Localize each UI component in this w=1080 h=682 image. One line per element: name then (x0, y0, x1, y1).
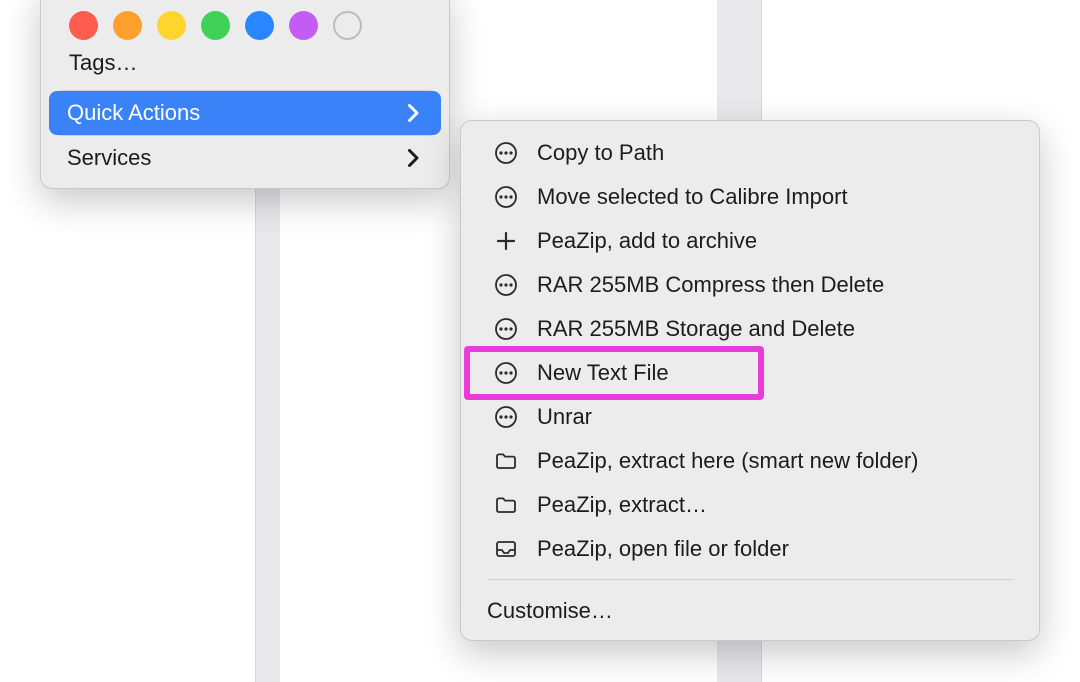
folder-icon (493, 492, 519, 518)
menu-divider (487, 579, 1013, 580)
submenu-item-label: Move selected to Calibre Import (537, 184, 848, 210)
submenu-item[interactable]: New Text File (467, 351, 1033, 395)
tag-dot-yellow[interactable] (157, 11, 186, 40)
tag-dot-none[interactable] (333, 11, 362, 40)
tags-row (41, 0, 449, 46)
tag-dot-purple[interactable] (289, 11, 318, 40)
tag-dot-red[interactable] (69, 11, 98, 40)
submenu-item-label: PeaZip, open file or folder (537, 536, 789, 562)
submenu-item-label: New Text File (537, 360, 669, 386)
tag-dot-orange[interactable] (113, 11, 142, 40)
chevron-right-icon (408, 104, 419, 122)
submenu-item[interactable]: Unrar (467, 395, 1033, 439)
submenu-item-label: Copy to Path (537, 140, 664, 166)
submenu-item-label: RAR 255MB Storage and Delete (537, 316, 855, 342)
context-menu: Tags… Quick Actions Services (40, 0, 450, 189)
menu-item-services[interactable]: Services (49, 136, 441, 180)
submenu-item[interactable]: PeaZip, extract… (467, 483, 1033, 527)
folder-icon (493, 448, 519, 474)
tag-dot-green[interactable] (201, 11, 230, 40)
ellipsis-icon (493, 184, 519, 210)
submenu-item-label: Unrar (537, 404, 592, 430)
services-label: Services (67, 145, 151, 171)
ellipsis-icon (493, 316, 519, 342)
submenu-customise[interactable]: Customise… (461, 588, 1039, 630)
submenu-item[interactable]: RAR 255MB Compress then Delete (467, 263, 1033, 307)
submenu-item[interactable]: RAR 255MB Storage and Delete (467, 307, 1033, 351)
ellipsis-icon (493, 360, 519, 386)
submenu-item-label: RAR 255MB Compress then Delete (537, 272, 884, 298)
submenu-item-label: PeaZip, extract… (537, 492, 707, 518)
submenu-item-label: PeaZip, add to archive (537, 228, 757, 254)
submenu-item[interactable]: PeaZip, extract here (smart new folder) (467, 439, 1033, 483)
ellipsis-icon (493, 140, 519, 166)
menu-item-quick-actions[interactable]: Quick Actions (49, 91, 441, 135)
submenu-item[interactable]: Move selected to Calibre Import (467, 175, 1033, 219)
chevron-right-icon (408, 149, 419, 167)
quick-actions-submenu: Copy to Path Move selected to Calibre Imp… (460, 120, 1040, 641)
submenu-item[interactable]: PeaZip, add to archive (467, 219, 1033, 263)
ellipsis-icon (493, 404, 519, 430)
tray-icon (493, 536, 519, 562)
tags-label[interactable]: Tags… (41, 46, 449, 90)
tag-dot-blue[interactable] (245, 11, 274, 40)
quick-actions-label: Quick Actions (67, 100, 200, 126)
plus-icon (493, 228, 519, 254)
submenu-item[interactable]: PeaZip, open file or folder (467, 527, 1033, 571)
ellipsis-icon (493, 272, 519, 298)
submenu-item-label: PeaZip, extract here (smart new folder) (537, 448, 918, 474)
submenu-item[interactable]: Copy to Path (467, 131, 1033, 175)
